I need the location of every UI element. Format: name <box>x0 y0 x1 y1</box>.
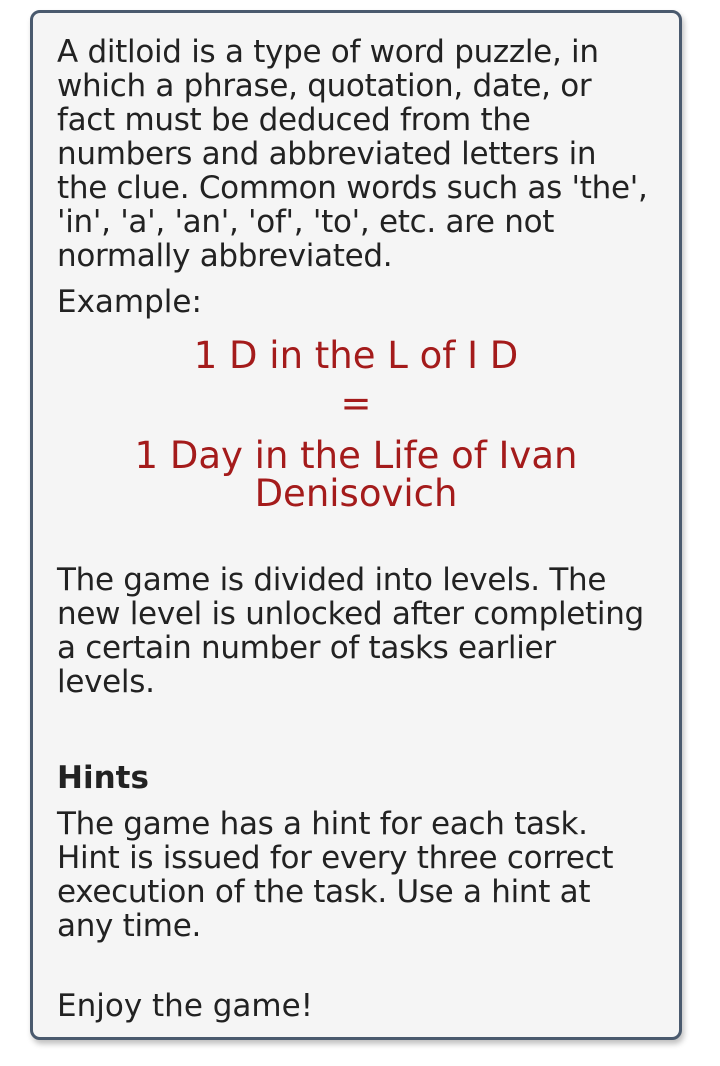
hints-paragraph: The game has a hint for each task. Hint … <box>57 806 614 944</box>
rules-card: A ditloid is a type of word puzzle, in w… <box>30 10 682 1040</box>
example-label: Example: <box>57 284 202 320</box>
closing-text: Enjoy the game! <box>57 988 314 1024</box>
example-abbreviated: 1 D in the L of I D <box>193 334 519 377</box>
intro-paragraph: A ditloid is a type of word puzzle, in w… <box>57 34 648 274</box>
example-equals: = <box>340 382 372 425</box>
example-full: 1 Day in the Life of Ivan Denisovich <box>134 434 578 515</box>
hints-heading: Hints <box>57 760 149 796</box>
levels-paragraph: The game is divided into levels. The new… <box>57 562 644 700</box>
